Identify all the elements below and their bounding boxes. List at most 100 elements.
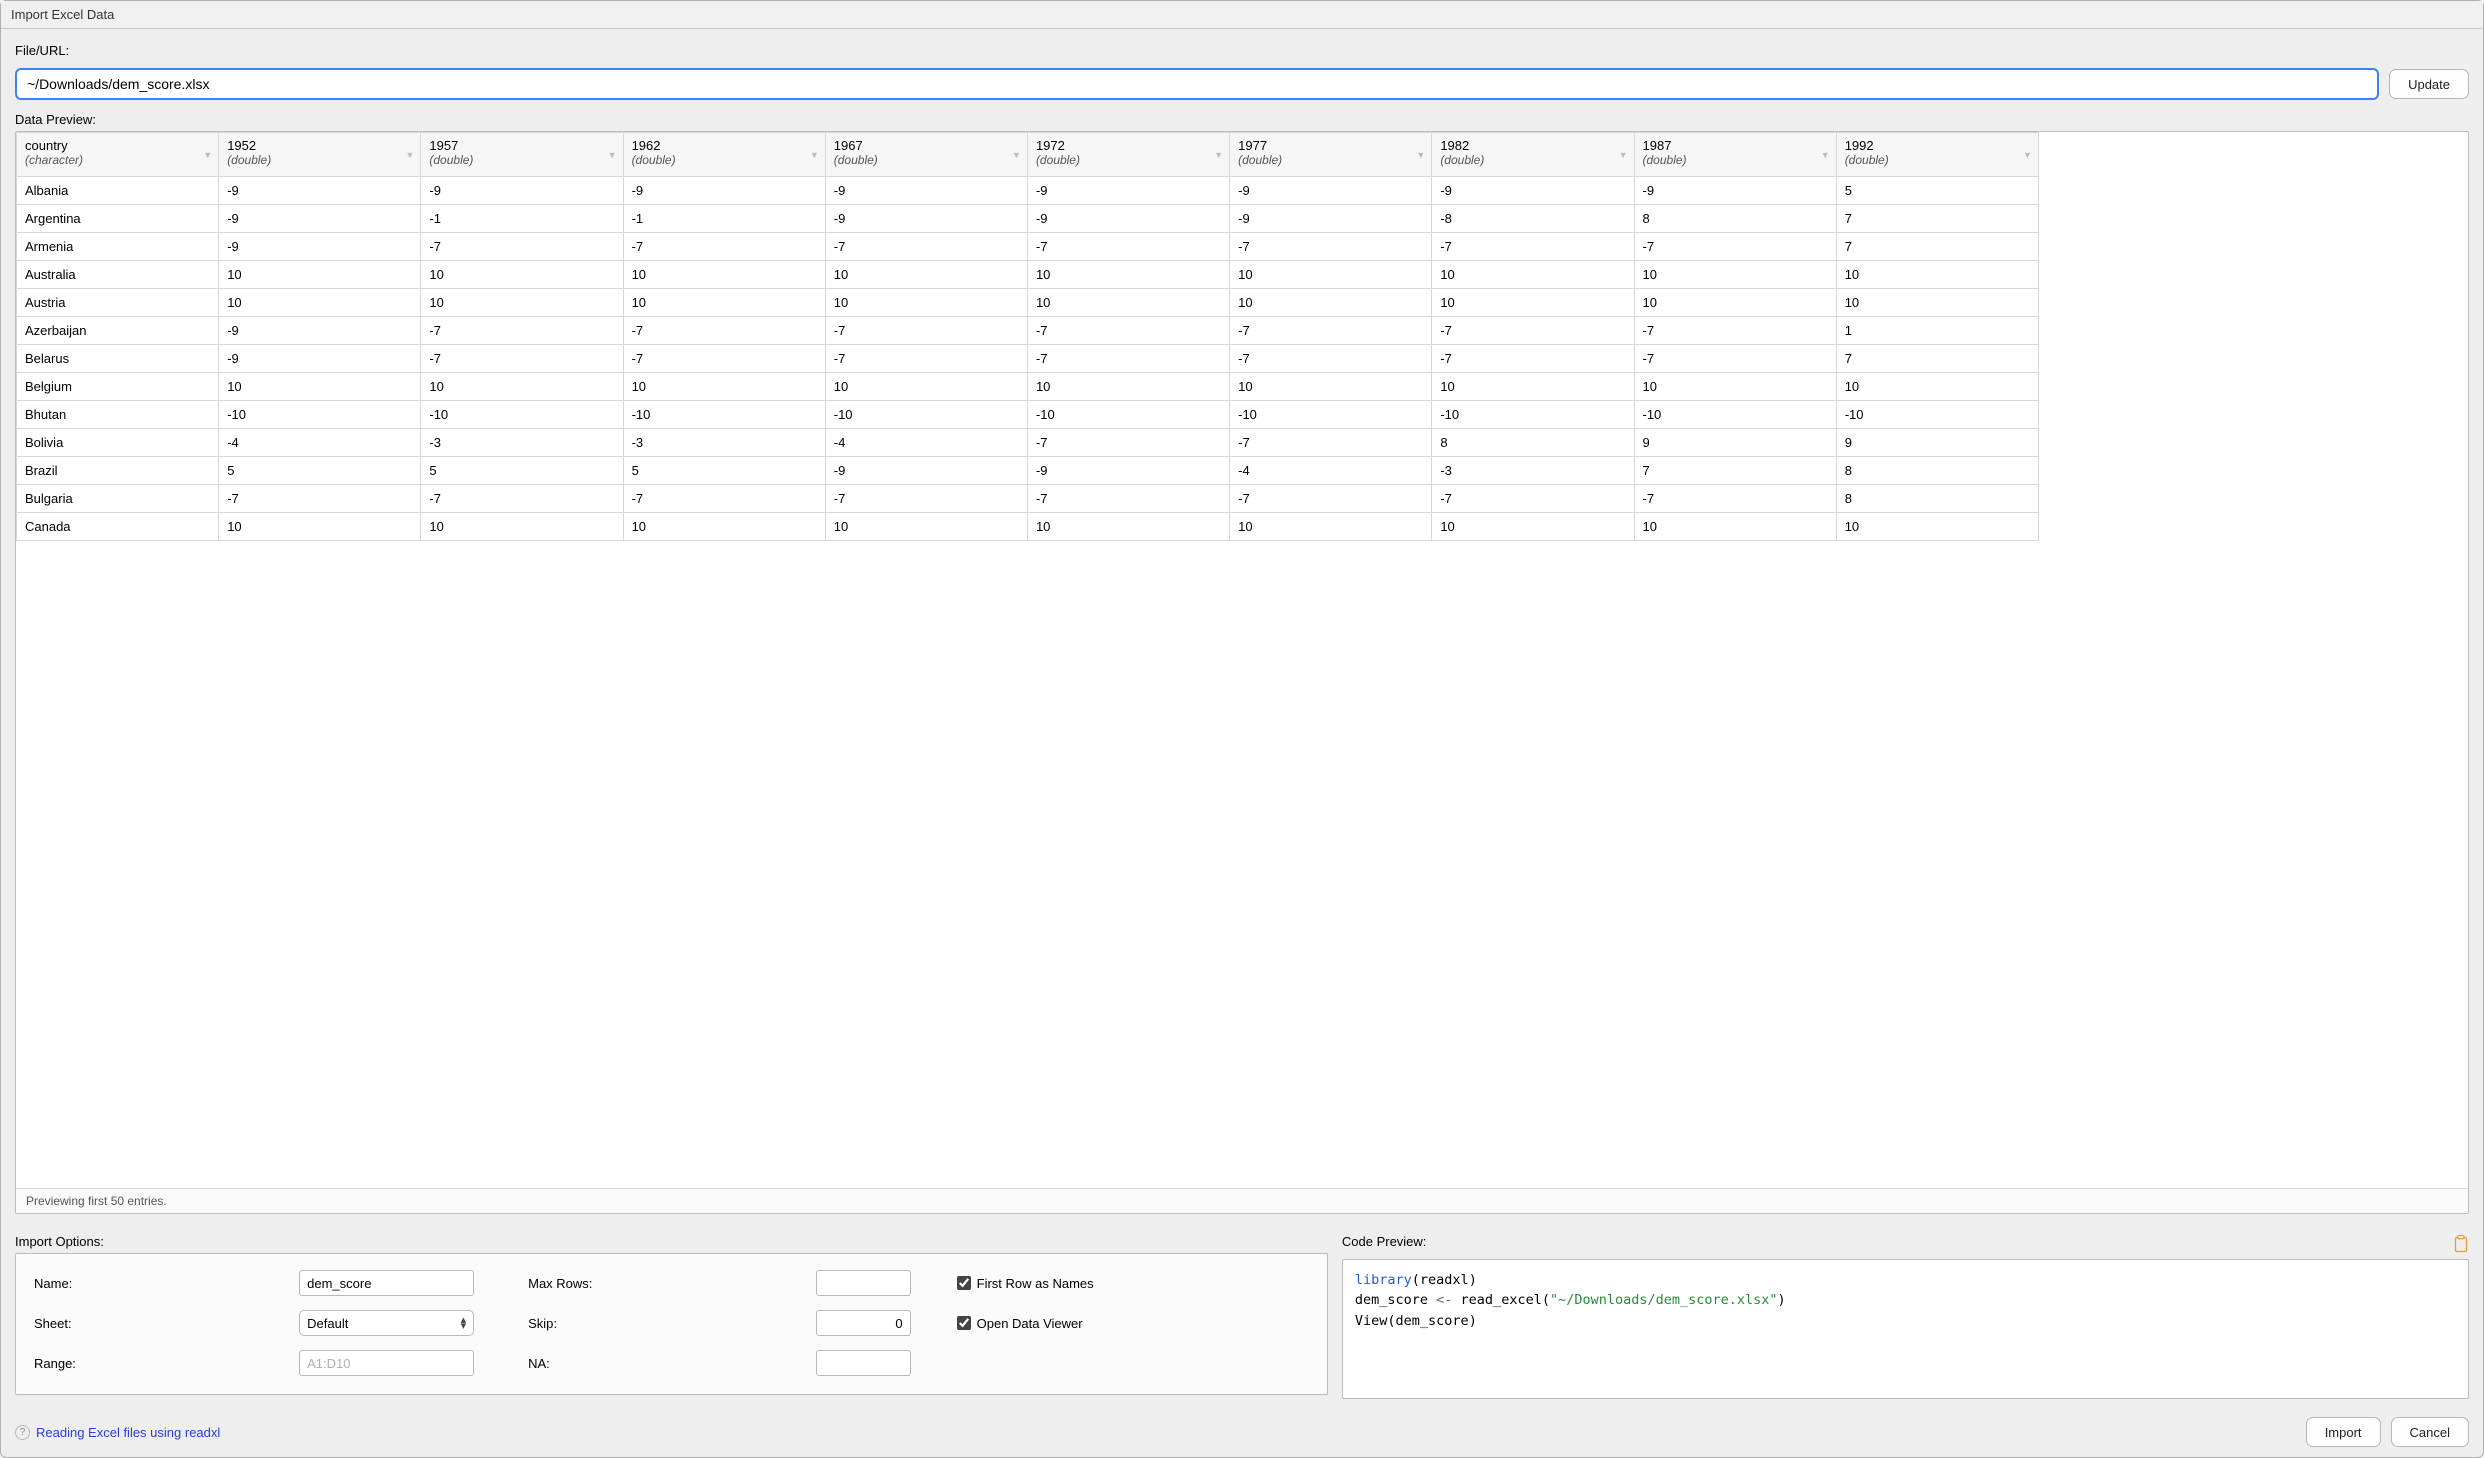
table-cell: -8 — [1432, 205, 1634, 233]
table-cell: -7 — [1432, 233, 1634, 261]
column-header[interactable]: 1962(double)▼ — [623, 133, 825, 177]
table-cell: -7 — [421, 485, 623, 513]
chevron-down-icon[interactable]: ▼ — [1619, 150, 1628, 160]
chevron-down-icon[interactable]: ▼ — [1416, 150, 1425, 160]
table-cell: 10 — [1836, 513, 2038, 541]
column-header[interactable]: 1972(double)▼ — [1027, 133, 1229, 177]
table-cell: 7 — [1836, 233, 2038, 261]
table-body: Albania-9-9-9-9-9-9-9-95Argentina-9-1-1-… — [17, 177, 2039, 541]
clipboard-icon[interactable] — [2453, 1235, 2469, 1253]
table-cell: -10 — [1432, 401, 1634, 429]
dialog-body: File/URL: Update Data Preview: country(c… — [1, 29, 2483, 1457]
chevron-down-icon[interactable]: ▼ — [1214, 150, 1223, 160]
table-cell: 10 — [623, 261, 825, 289]
skip-input[interactable] — [816, 1310, 911, 1336]
table-cell: -10 — [219, 401, 421, 429]
table-cell: -7 — [825, 345, 1027, 373]
sheet-label: Sheet: — [34, 1316, 291, 1331]
column-type: (double) — [1036, 153, 1221, 167]
table-cell: 10 — [623, 373, 825, 401]
table-cell: -7 — [1634, 233, 1836, 261]
options-row: Import Options: Name: Max Rows: First Ro… — [15, 1234, 2469, 1399]
name-input[interactable] — [299, 1270, 474, 1296]
chevron-down-icon[interactable]: ▼ — [2023, 150, 2032, 160]
column-header[interactable]: 1957(double)▼ — [421, 133, 623, 177]
chevron-down-icon[interactable]: ▼ — [405, 150, 414, 160]
column-name: 1982 — [1440, 138, 1625, 153]
column-header[interactable]: 1982(double)▼ — [1432, 133, 1634, 177]
table-row: Bhutan-10-10-10-10-10-10-10-10-10 — [17, 401, 2039, 429]
table-cell: -7 — [1634, 345, 1836, 373]
fileurl-input[interactable] — [15, 68, 2379, 100]
table-cell: 10 — [825, 513, 1027, 541]
column-header[interactable]: 1952(double)▼ — [219, 133, 421, 177]
open-viewer-checkbox[interactable] — [957, 1316, 971, 1330]
column-header[interactable]: 1992(double)▼ — [1836, 133, 2038, 177]
first-row-label[interactable]: First Row as Names — [977, 1276, 1094, 1291]
column-name: 1987 — [1643, 138, 1828, 153]
maxrows-input[interactable] — [816, 1270, 911, 1296]
table-cell: 10 — [421, 261, 623, 289]
table-cell: -1 — [623, 205, 825, 233]
table-cell: -3 — [623, 429, 825, 457]
help-icon[interactable]: ? — [15, 1425, 30, 1440]
cancel-button[interactable]: Cancel — [2391, 1417, 2469, 1447]
table-cell: -7 — [825, 485, 1027, 513]
import-button[interactable]: Import — [2306, 1417, 2381, 1447]
table-cell: 1 — [1836, 317, 2038, 345]
table-cell: Bhutan — [17, 401, 219, 429]
table-cell: 9 — [1634, 429, 1836, 457]
table-cell: -7 — [825, 317, 1027, 345]
column-header[interactable]: 1987(double)▼ — [1634, 133, 1836, 177]
chevron-down-icon[interactable]: ▼ — [203, 150, 212, 160]
code-preview-box[interactable]: library(readxl) dem_score <- read_excel(… — [1342, 1259, 2469, 1399]
table-cell: 8 — [1634, 205, 1836, 233]
column-type: (character) — [25, 153, 210, 167]
table-row: Australia101010101010101010 — [17, 261, 2039, 289]
column-name: 1992 — [1845, 138, 2030, 153]
chevron-down-icon[interactable]: ▼ — [1012, 150, 1021, 160]
chevron-down-icon[interactable]: ▼ — [1821, 150, 1830, 160]
help-link[interactable]: Reading Excel files using readxl — [36, 1425, 220, 1440]
chevron-down-icon[interactable]: ▼ — [810, 150, 819, 160]
table-cell: -10 — [623, 401, 825, 429]
table-cell: -9 — [1027, 457, 1229, 485]
table-cell: -1 — [421, 205, 623, 233]
first-row-checkbox[interactable] — [957, 1276, 971, 1290]
update-button[interactable]: Update — [2389, 69, 2469, 99]
preview-table-scroll[interactable]: country(character)▼1952(double)▼1957(dou… — [16, 132, 2468, 1188]
table-cell: 10 — [1432, 373, 1634, 401]
table-cell: 10 — [421, 289, 623, 317]
table-cell: 10 — [623, 513, 825, 541]
column-header[interactable]: 1977(double)▼ — [1230, 133, 1432, 177]
table-cell: -3 — [1432, 457, 1634, 485]
table-cell: -7 — [1027, 429, 1229, 457]
table-cell: -7 — [1230, 233, 1432, 261]
import-options-title: Import Options: — [15, 1234, 1328, 1249]
table-row: Azerbaijan-9-7-7-7-7-7-7-71 — [17, 317, 2039, 345]
table-cell: 10 — [219, 289, 421, 317]
table-cell: 10 — [1836, 261, 2038, 289]
preview-section: Data Preview: country(character)▼1952(do… — [15, 112, 2469, 1214]
chevron-down-icon[interactable]: ▼ — [608, 150, 617, 160]
help-link-row: ? Reading Excel files using readxl — [15, 1425, 220, 1440]
column-header[interactable]: 1967(double)▼ — [825, 133, 1027, 177]
sheet-select-wrap: Default ▴▾ — [299, 1310, 474, 1336]
table-cell: 10 — [1634, 373, 1836, 401]
sheet-select[interactable]: Default — [299, 1310, 474, 1336]
table-cell: 10 — [421, 373, 623, 401]
open-viewer-label[interactable]: Open Data Viewer — [977, 1316, 1083, 1331]
column-header[interactable]: country(character)▼ — [17, 133, 219, 177]
table-cell: -9 — [219, 317, 421, 345]
column-name: 1952 — [227, 138, 412, 153]
footer-buttons: Import Cancel — [2306, 1417, 2469, 1447]
table-cell: 10 — [1027, 261, 1229, 289]
range-input[interactable] — [299, 1350, 474, 1376]
table-cell: -9 — [623, 177, 825, 205]
na-input[interactable] — [816, 1350, 911, 1376]
options-grid: Name: Max Rows: First Row as Names Sheet… — [34, 1270, 1309, 1376]
column-name: country — [25, 138, 210, 153]
table-cell: 10 — [1634, 513, 1836, 541]
table-cell: 10 — [1432, 261, 1634, 289]
table-cell: 5 — [1836, 177, 2038, 205]
